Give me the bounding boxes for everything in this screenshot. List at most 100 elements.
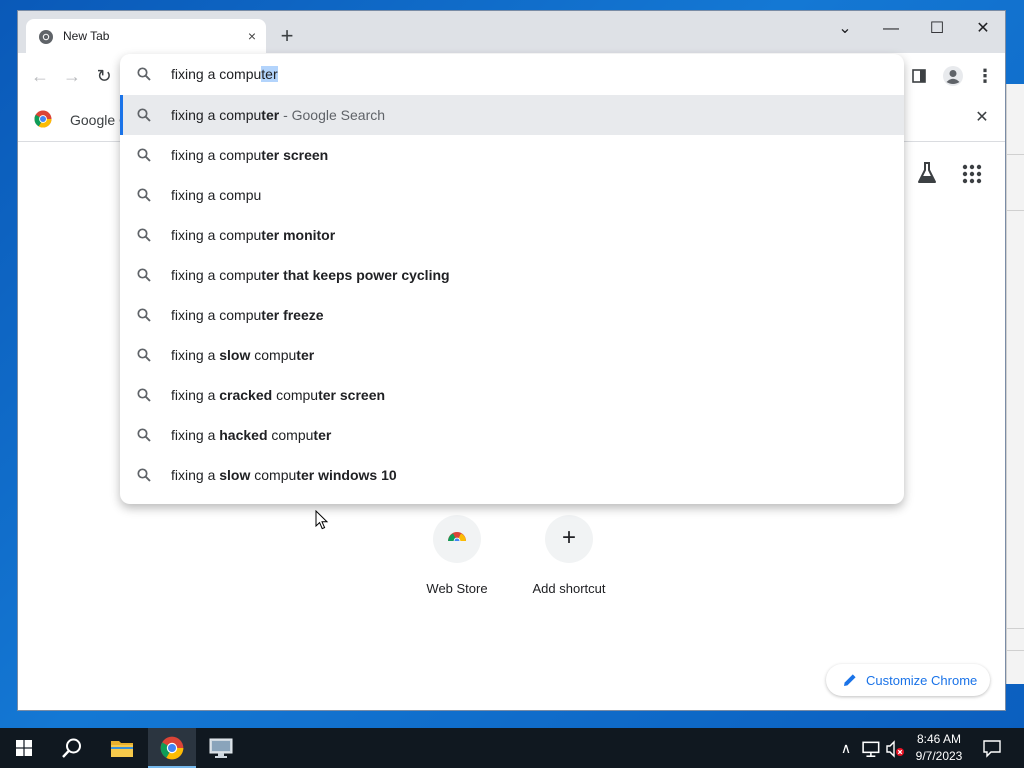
minimize-button[interactable]: — [868,15,914,43]
volume-muted-icon[interactable] [885,739,905,759]
plus-icon: + [561,524,576,551]
suggestion-part: fixing a compu [171,147,262,163]
suggestion-item[interactable]: fixing a computer that keeps power cycli… [120,255,904,295]
suggestion-part: fixing a compu [171,107,262,123]
suggestion-text: fixing a slow computer [171,347,314,363]
profile-avatar-icon[interactable] [942,65,964,87]
search-icon [137,388,151,402]
back-button[interactable]: ← [27,63,53,89]
chrome-labs-icon[interactable] [916,161,938,185]
customize-chrome-button[interactable]: Customize Chrome [826,664,990,696]
search-icon [137,67,151,81]
shortcut-web-store[interactable]: Web Store [401,515,513,605]
suggestion-text: fixing a compu [171,187,261,203]
suggestion-bold-part: ter monitor [261,227,336,243]
suggestion-item[interactable]: fixing a hacked computer [120,415,904,455]
suggestion-bold-part: slow [219,347,251,363]
suggestion-item[interactable]: fixing a computer - Google Search [120,95,904,135]
shortcut-add[interactable]: + Add shortcut [513,515,625,605]
monitor-icon [209,738,233,758]
file-explorer-button[interactable] [98,728,146,768]
suggestion-bold-part: ter [261,107,280,123]
shortcut-tile [433,515,481,563]
suggestion-text: fixing a computer screen [171,147,328,163]
customize-label: Customize Chrome [866,673,978,688]
search-icon [137,428,151,442]
suggestion-item[interactable]: fixing a computer monitor [120,215,904,255]
start-button[interactable] [0,728,48,768]
clock[interactable]: 8:46 AM 9/7/2023 [908,731,970,765]
suggestion-item[interactable]: fixing a cracked computer screen [120,375,904,415]
suggestion-part: fixing a [171,427,220,443]
suggestion-part: fixing a compu [171,267,262,283]
side-panel-icon[interactable] [912,69,926,83]
web-store-icon [447,532,467,547]
pencil-icon [844,674,856,686]
suggestion-text: fixing a computer monitor [171,227,335,243]
search-icon [137,188,151,202]
suggestion-item[interactable]: fixing a slow computer [120,335,904,375]
clock-date: 9/7/2023 [915,749,963,763]
suggestion-bold-part: ter [313,427,332,443]
suggestion-item[interactable]: fixing a computer screen [120,135,904,175]
suggestion-item[interactable]: fixing a computer freeze [120,295,904,335]
search-icon [137,308,151,322]
suggestion-part: fixing a [171,347,220,363]
search-icon [62,738,81,758]
google-apps-icon[interactable] [962,164,982,184]
clock-time: 8:46 AM [916,732,962,746]
search-button[interactable] [48,728,96,768]
maximize-button[interactable]: ☐ [914,15,960,43]
tab-new-tab[interactable]: New Tab × [26,19,266,53]
folder-icon [111,741,133,757]
suggestion-text: fixing a cracked computer screen [171,387,385,403]
address-input[interactable]: fixing a computer [171,66,278,82]
suggestion-bold-part: cracked [219,387,273,403]
suggestion-text: fixing a slow computer windows 10 [171,467,397,483]
close-window-button[interactable]: ✕ [960,15,1005,43]
suggestion-text: fixing a computer - Google Search [171,107,385,123]
suggestion-bold-part: ter freeze [261,307,324,323]
chrome-taskbar-button[interactable] [148,728,196,768]
title-bar: New Tab × + ⌄ — ☐ ✕ [18,11,1005,53]
suggestion-part: fixing a compu [171,307,262,323]
suggestion-part: fixing a [171,467,220,483]
forward-button[interactable]: → [59,63,85,89]
suggestion-part: compu [272,387,319,403]
chrome-icon [39,30,53,44]
search-icon [137,148,151,162]
network-icon[interactable] [862,739,882,759]
new-tab-button[interactable]: + [275,25,299,49]
tab-search-icon[interactable]: ⌄ [822,15,868,43]
suggestion-item[interactable]: fixing a slow computer windows 10 [120,455,904,495]
suggestion-bold-part: ter screen [318,387,386,403]
suggestion-bold-part: ter windows 10 [296,467,397,483]
suggestion-bold-part: ter screen [261,147,329,163]
background-window[interactable] [1006,84,1024,684]
suggestion-bold-part: hacked [219,427,268,443]
suggestion-text: fixing a hacked computer [171,427,331,443]
remote-desktop-button[interactable] [197,728,245,768]
chrome-menu-icon[interactable]: ⋮ [972,63,998,89]
suggestion-bold-part: ter that keeps power cycling [261,267,450,283]
search-icon [137,268,151,282]
address-bar[interactable]: fixing a computer [120,54,904,94]
tab-close-icon[interactable]: × [243,27,261,45]
suggestion-bold-part: slow [219,467,251,483]
show-hidden-icons-icon[interactable]: ∧ [836,738,856,758]
suggestion-item[interactable]: fixing a compu [120,175,904,215]
selection-indicator [120,95,123,135]
search-icon [137,228,151,242]
typed-text: fixing a compu [171,66,262,82]
suggestion-part: fixing a compu [171,227,262,243]
suggestion-part: compu [250,347,297,363]
suggestion-part: fixing a compu [171,187,262,203]
notifications-icon[interactable] [982,738,1002,758]
suggestion-text: fixing a computer freeze [171,307,324,323]
close-bar-icon[interactable]: ✕ [972,108,992,128]
search-icon [137,108,151,122]
shortcut-tile: + [545,515,593,563]
reload-button[interactable]: ↻ [91,63,117,89]
suggestion-description: - Google Search [279,107,386,123]
shortcut-label: Add shortcut [532,581,606,596]
